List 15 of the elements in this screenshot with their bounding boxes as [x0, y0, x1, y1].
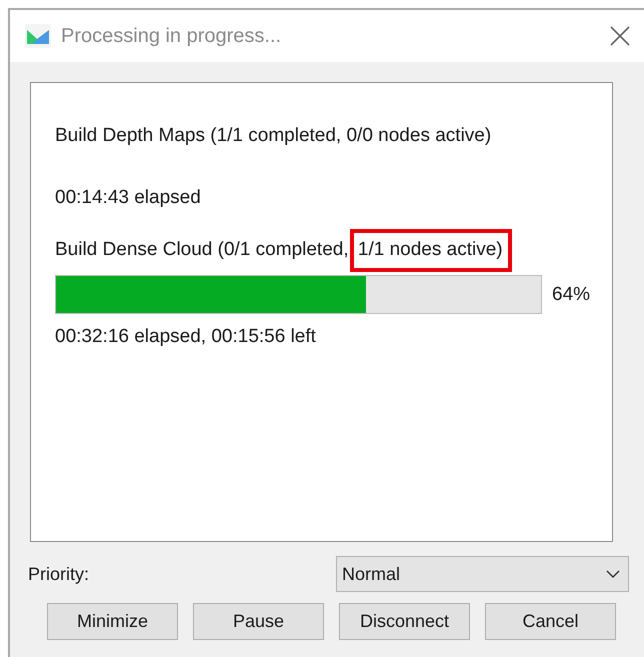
time-label: 00:32:16 elapsed, 00:15:56 left [55, 326, 317, 348]
task-title: Build Depth Maps (1/1 completed, 0/0 nodes active) [55, 125, 492, 147]
chevron-down-icon [606, 570, 620, 578]
task-title: Build Dense Cloud (0/1 completed, 1/1 nodes active) [55, 239, 612, 261]
dialog-button[interactable]: Minimize [47, 603, 178, 640]
progress-percent: 64% [552, 284, 590, 306]
window-title: Processing in progress... [61, 24, 282, 48]
app-icon [25, 24, 51, 48]
dialog-button[interactable]: Cancel [485, 603, 616, 640]
dialog-button[interactable]: Disconnect [339, 603, 470, 640]
dialog-button[interactable]: Pause [193, 603, 324, 640]
close-icon[interactable] [610, 26, 630, 46]
priority-dropdown[interactable]: Normal [336, 556, 629, 592]
time-label: 00:14:43 elapsed [55, 187, 202, 209]
priority-label: Priority: [28, 564, 90, 584]
